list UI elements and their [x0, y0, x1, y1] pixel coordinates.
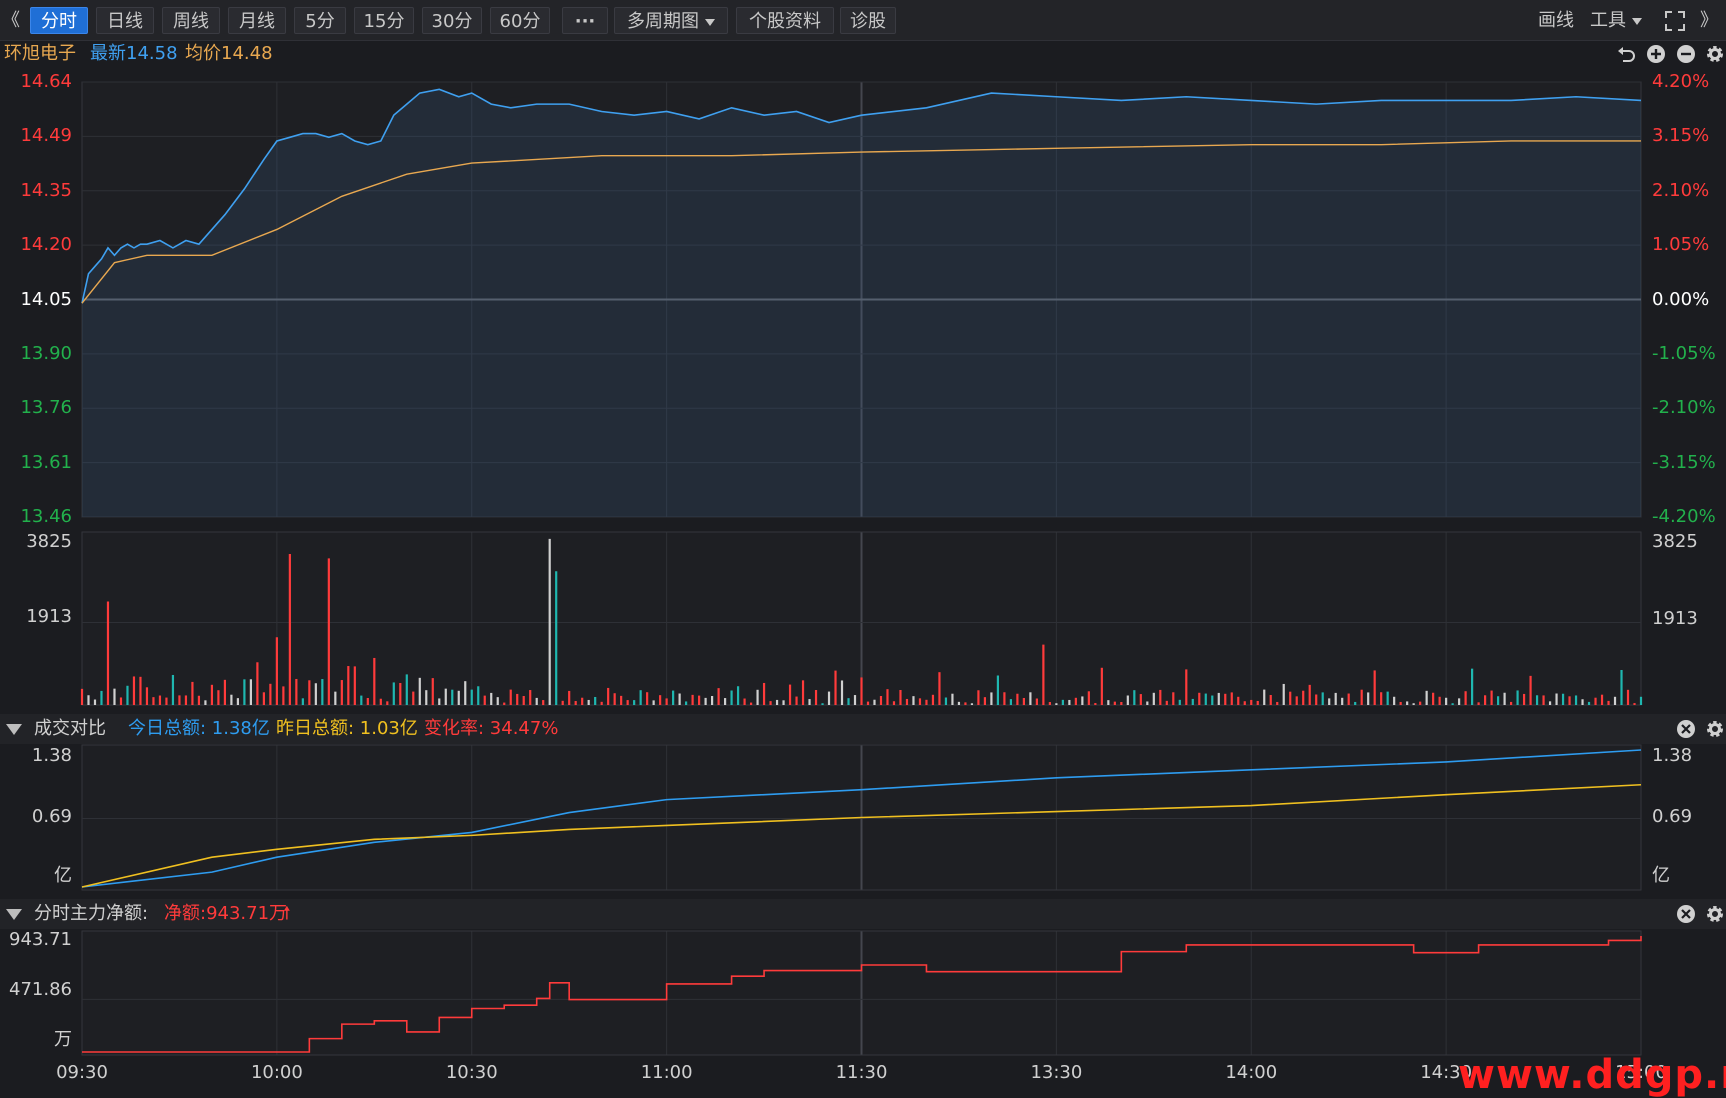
percent-tick-label: -4.20% [1652, 506, 1716, 527]
time-tick-label: 10:30 [445, 1062, 498, 1083]
netflow-tick-label: 943.71 [9, 929, 72, 950]
tools-dropdown[interactable]: 工具 [1590, 7, 1642, 34]
time-tick-label: 11:00 [640, 1062, 693, 1083]
panel-bg [82, 532, 1641, 705]
turnover-tick-label: 0.69 [31, 806, 72, 827]
zoom-out-icon[interactable] [1676, 44, 1696, 64]
yesterday-total: 昨日总额: 1.03亿 [276, 718, 418, 739]
more-button[interactable]: ··· [562, 7, 608, 34]
netflow-tick-label: 471.86 [9, 979, 72, 1000]
arrow-up-icon: 🠕 [283, 903, 291, 924]
turnover-tick-label: 0.69 [1652, 806, 1693, 827]
volume-tick-label: 3825 [1652, 531, 1698, 552]
close-icon[interactable] [1676, 719, 1696, 739]
toolbar: 《 分时 日线 周线 月线 5分 15分 30分 60分 ··· 多周期图 个股… [0, 0, 1726, 41]
turnover-tick-label: 亿 [54, 865, 72, 886]
collapse-triangle-icon[interactable] [6, 909, 22, 920]
stock-profile-button[interactable]: 个股资料 [736, 7, 834, 34]
series-line-latest [81, 88, 1642, 304]
percent-tick-label: -1.05% [1652, 342, 1716, 364]
chevron-down-icon [705, 18, 715, 26]
panel-bg [82, 745, 1641, 890]
multi-period-label: 多周期图 [627, 11, 699, 32]
net-amount: 净额:943.71万 [164, 903, 288, 924]
tab-weekly[interactable]: 周线 [162, 7, 220, 34]
price-tick-label: 14.49 [20, 125, 72, 147]
undo-icon[interactable] [1616, 44, 1636, 64]
time-tick-label: 13:30 [1030, 1062, 1083, 1083]
price-tick-label: 14.20 [20, 234, 72, 256]
panel-border [81, 81, 1642, 518]
percent-tick-label: 0.00% [1652, 288, 1710, 310]
time-tick-label: 14:00 [1225, 1062, 1278, 1083]
price-area [82, 89, 1641, 518]
tab-60min[interactable]: 60分 [490, 7, 550, 34]
settings-gear-icon[interactable] [1704, 903, 1726, 925]
chevron-down-icon [1632, 17, 1642, 25]
average-price: 均价14.48 [185, 43, 273, 64]
panel-bg [82, 82, 1641, 517]
price-tick-label: 13.76 [20, 397, 72, 419]
tab-15min[interactable]: 15分 [354, 7, 414, 34]
settings-gear-icon[interactable] [1704, 718, 1726, 740]
time-tick-label: 09:30 [56, 1062, 108, 1083]
collapse-right-icon[interactable]: 》 [1700, 7, 1718, 34]
percent-tick-label: 1.05% [1652, 234, 1710, 256]
netflow-tick-label: 万 [54, 1029, 72, 1050]
panel-border [81, 744, 1642, 891]
turnover-tick-label: 亿 [1652, 865, 1670, 886]
turnover-title: 成交对比 [34, 718, 106, 739]
tab-daily[interactable]: 日线 [96, 7, 154, 34]
price-tick-label: 14.64 [20, 71, 72, 92]
percent-tick-label: -3.15% [1652, 451, 1716, 473]
series-line-average [81, 140, 1641, 304]
series-line-yesterday [81, 783, 1642, 888]
watermark: www.ddgp.net [1458, 1052, 1726, 1098]
percent-tick-label: -2.10% [1652, 397, 1716, 419]
multi-period-dropdown[interactable]: 多周期图 [614, 7, 728, 34]
quote-bar: 环旭电子 最新14.58 均价14.48 [0, 40, 1726, 68]
percent-tick-label: 2.10% [1652, 179, 1710, 201]
today-total: 今日总额: 1.38亿 [128, 718, 270, 739]
time-tick-label: 11:30 [835, 1062, 888, 1083]
price-tick-label: 13.61 [20, 451, 72, 473]
collapse-left-icon[interactable]: 《 [2, 7, 20, 34]
turnover-panel-header: 成交对比 今日总额: 1.38亿 昨日总额: 1.03亿 变化率: 34.47% [0, 714, 1726, 744]
stock-name: 环旭电子 [4, 43, 76, 64]
price-tick-label: 14.35 [20, 179, 72, 201]
price-tick-label: 14.05 [20, 288, 72, 310]
settings-gear-icon[interactable] [1704, 43, 1726, 65]
collapse-triangle-icon[interactable] [6, 724, 22, 735]
tab-5min[interactable]: 5分 [294, 7, 346, 34]
draw-line-button[interactable]: 画线 [1538, 7, 1574, 34]
price-tick-label: 13.90 [20, 342, 72, 364]
panel-border [81, 930, 1642, 1056]
turnover-tick-label: 1.38 [31, 745, 72, 766]
tools-label: 工具 [1590, 10, 1626, 31]
series-line-today [81, 749, 1642, 888]
close-icon[interactable] [1676, 904, 1696, 924]
fullscreen-icon[interactable] [1664, 10, 1686, 32]
percent-tick-label: 4.20% [1652, 71, 1710, 92]
percent-tick-label: 3.15% [1652, 125, 1710, 147]
latest-price: 最新14.58 [90, 43, 178, 64]
diagnose-button[interactable]: 诊股 [840, 7, 896, 34]
volume-tick-label: 1913 [1652, 608, 1698, 629]
volume-tick-label: 1913 [26, 606, 72, 627]
panel-bg [82, 931, 1641, 1055]
zoom-in-icon[interactable] [1646, 44, 1666, 64]
tab-intraday[interactable]: 分时 [30, 7, 88, 34]
change-rate: 变化率: 34.47% [424, 718, 559, 739]
price-tick-label: 13.46 [20, 506, 72, 527]
netflow-panel-header: 分时主力净额: 净额:943.71万 🠕 [0, 899, 1726, 929]
tab-monthly[interactable]: 月线 [228, 7, 286, 34]
turnover-tick-label: 1.38 [1652, 745, 1693, 766]
series-line-net [82, 936, 1642, 1053]
tab-30min[interactable]: 30分 [422, 7, 482, 34]
netflow-title: 分时主力净额: [34, 903, 149, 924]
volume-tick-label: 3825 [26, 531, 72, 552]
time-tick-label: 10:00 [250, 1062, 303, 1083]
panel-border [81, 531, 1642, 706]
